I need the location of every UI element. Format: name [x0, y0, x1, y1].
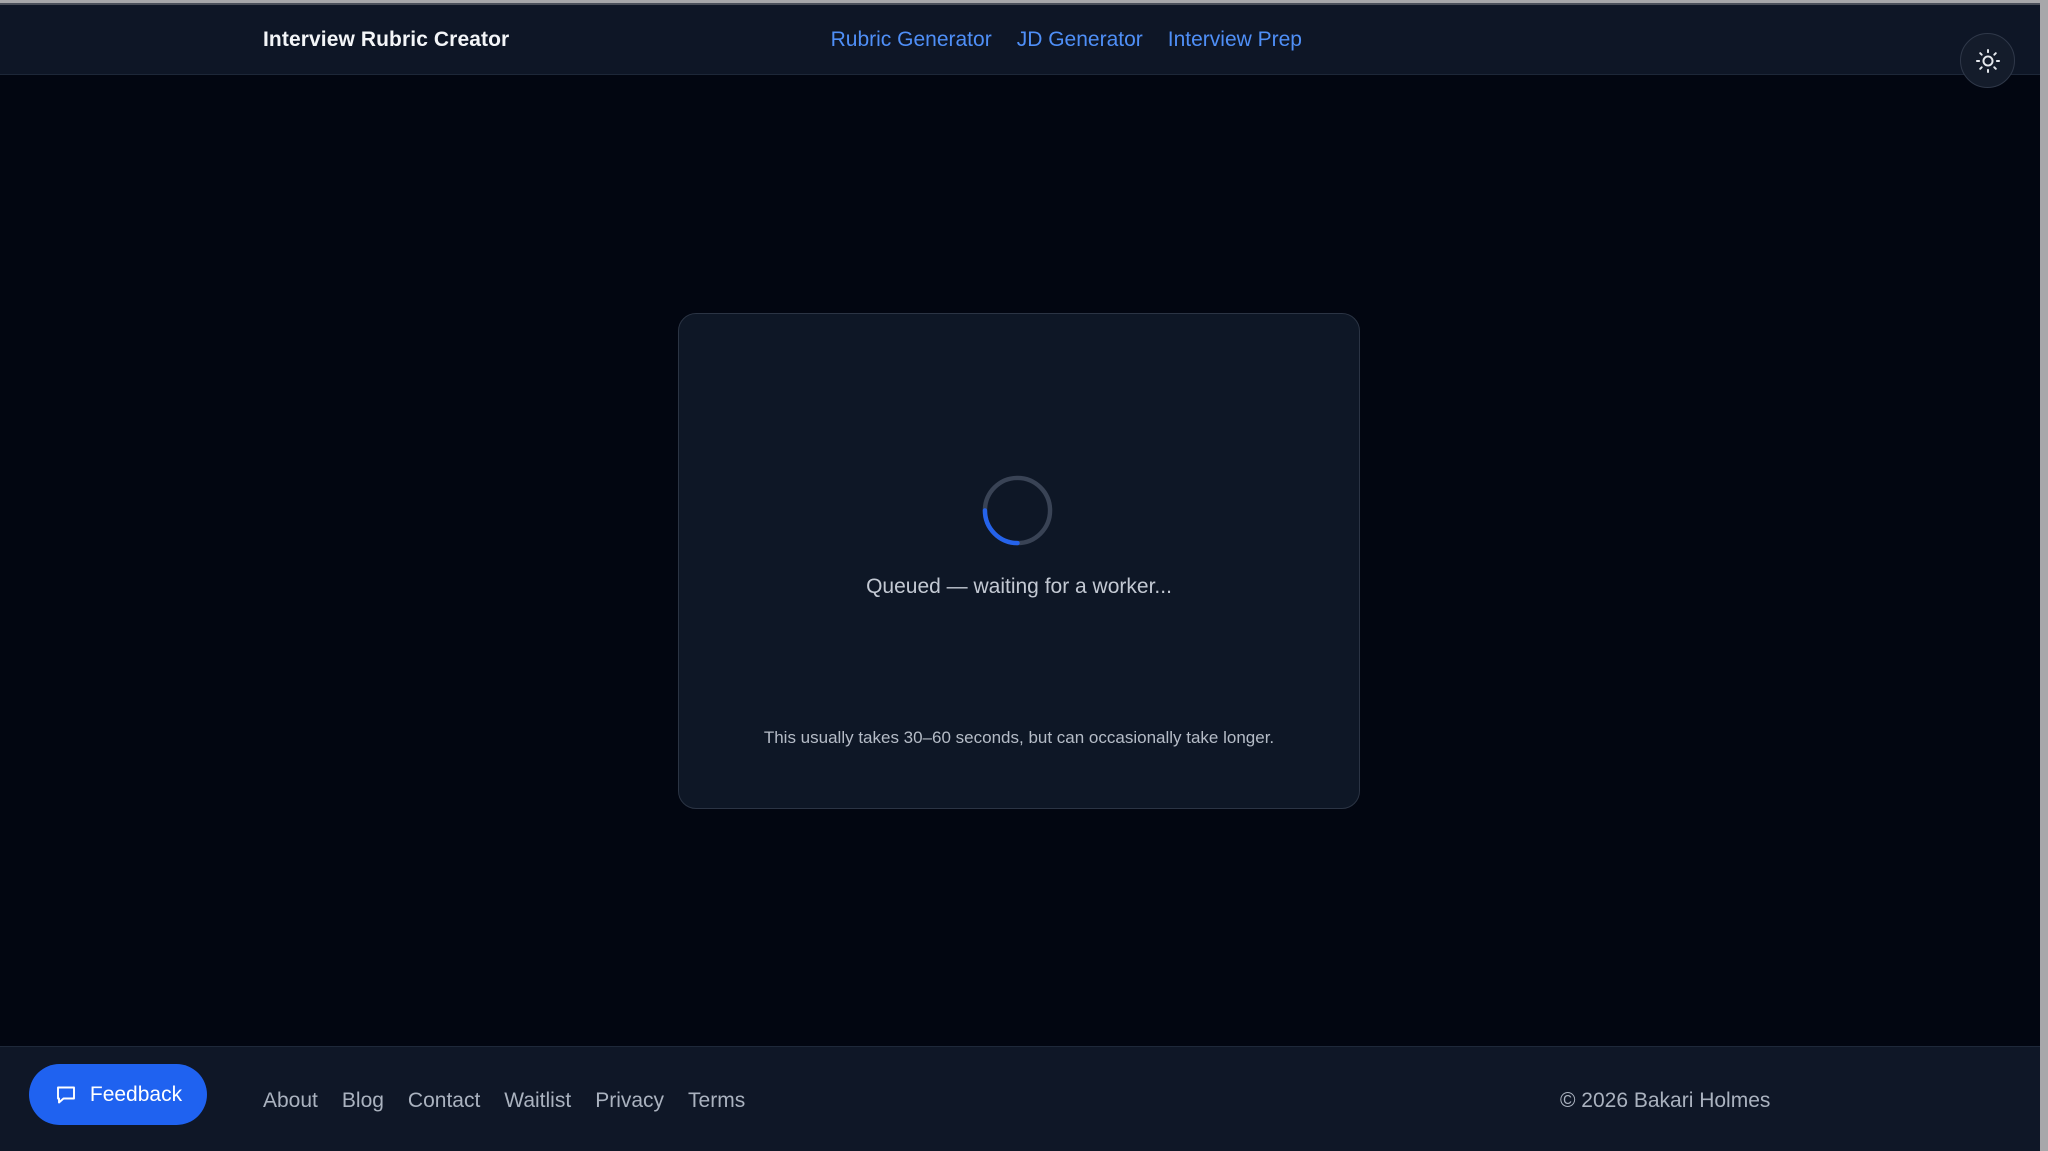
app-window: Interview Rubric Creator Rubric Generato… [0, 3, 2040, 1151]
brand-title[interactable]: Interview Rubric Creator [263, 28, 509, 52]
duration-hint: This usually takes 30–60 seconds, but ca… [763, 728, 1275, 747]
footer-link-contact[interactable]: Contact [408, 1089, 480, 1113]
footer-link-privacy[interactable]: Privacy [595, 1089, 664, 1113]
main-nav: Rubric Generator JD Generator Interview … [831, 28, 1302, 52]
nav-rubric-generator[interactable]: Rubric Generator [831, 28, 992, 52]
feedback-button[interactable]: Feedback [29, 1064, 207, 1125]
footer-link-waitlist[interactable]: Waitlist [504, 1089, 571, 1113]
loading-spinner-icon [982, 475, 1053, 546]
top-header: Interview Rubric Creator Rubric Generato… [0, 5, 2040, 88]
footer: Feedback About Blog Contact Waitlist Pri… [0, 1046, 2040, 1151]
sun-icon [1975, 48, 2000, 73]
status-message: Queued — waiting for a worker... [866, 575, 1172, 598]
footer-link-blog[interactable]: Blog [342, 1089, 384, 1113]
message-icon [56, 1086, 75, 1103]
status-card: Queued — waiting for a worker... This us… [678, 313, 1360, 809]
nav-jd-generator[interactable]: JD Generator [1017, 28, 1143, 52]
nav-interview-prep[interactable]: Interview Prep [1168, 28, 1302, 52]
theme-toggle-button[interactable] [1960, 33, 2015, 88]
footer-link-terms[interactable]: Terms [688, 1089, 745, 1113]
footer-links: About Blog Contact Waitlist Privacy Term… [263, 1089, 745, 1113]
feedback-label: Feedback [89, 1082, 183, 1106]
copyright-text: © 2026 Bakari Holmes [1560, 1089, 1771, 1112]
footer-link-about[interactable]: About [263, 1089, 318, 1113]
